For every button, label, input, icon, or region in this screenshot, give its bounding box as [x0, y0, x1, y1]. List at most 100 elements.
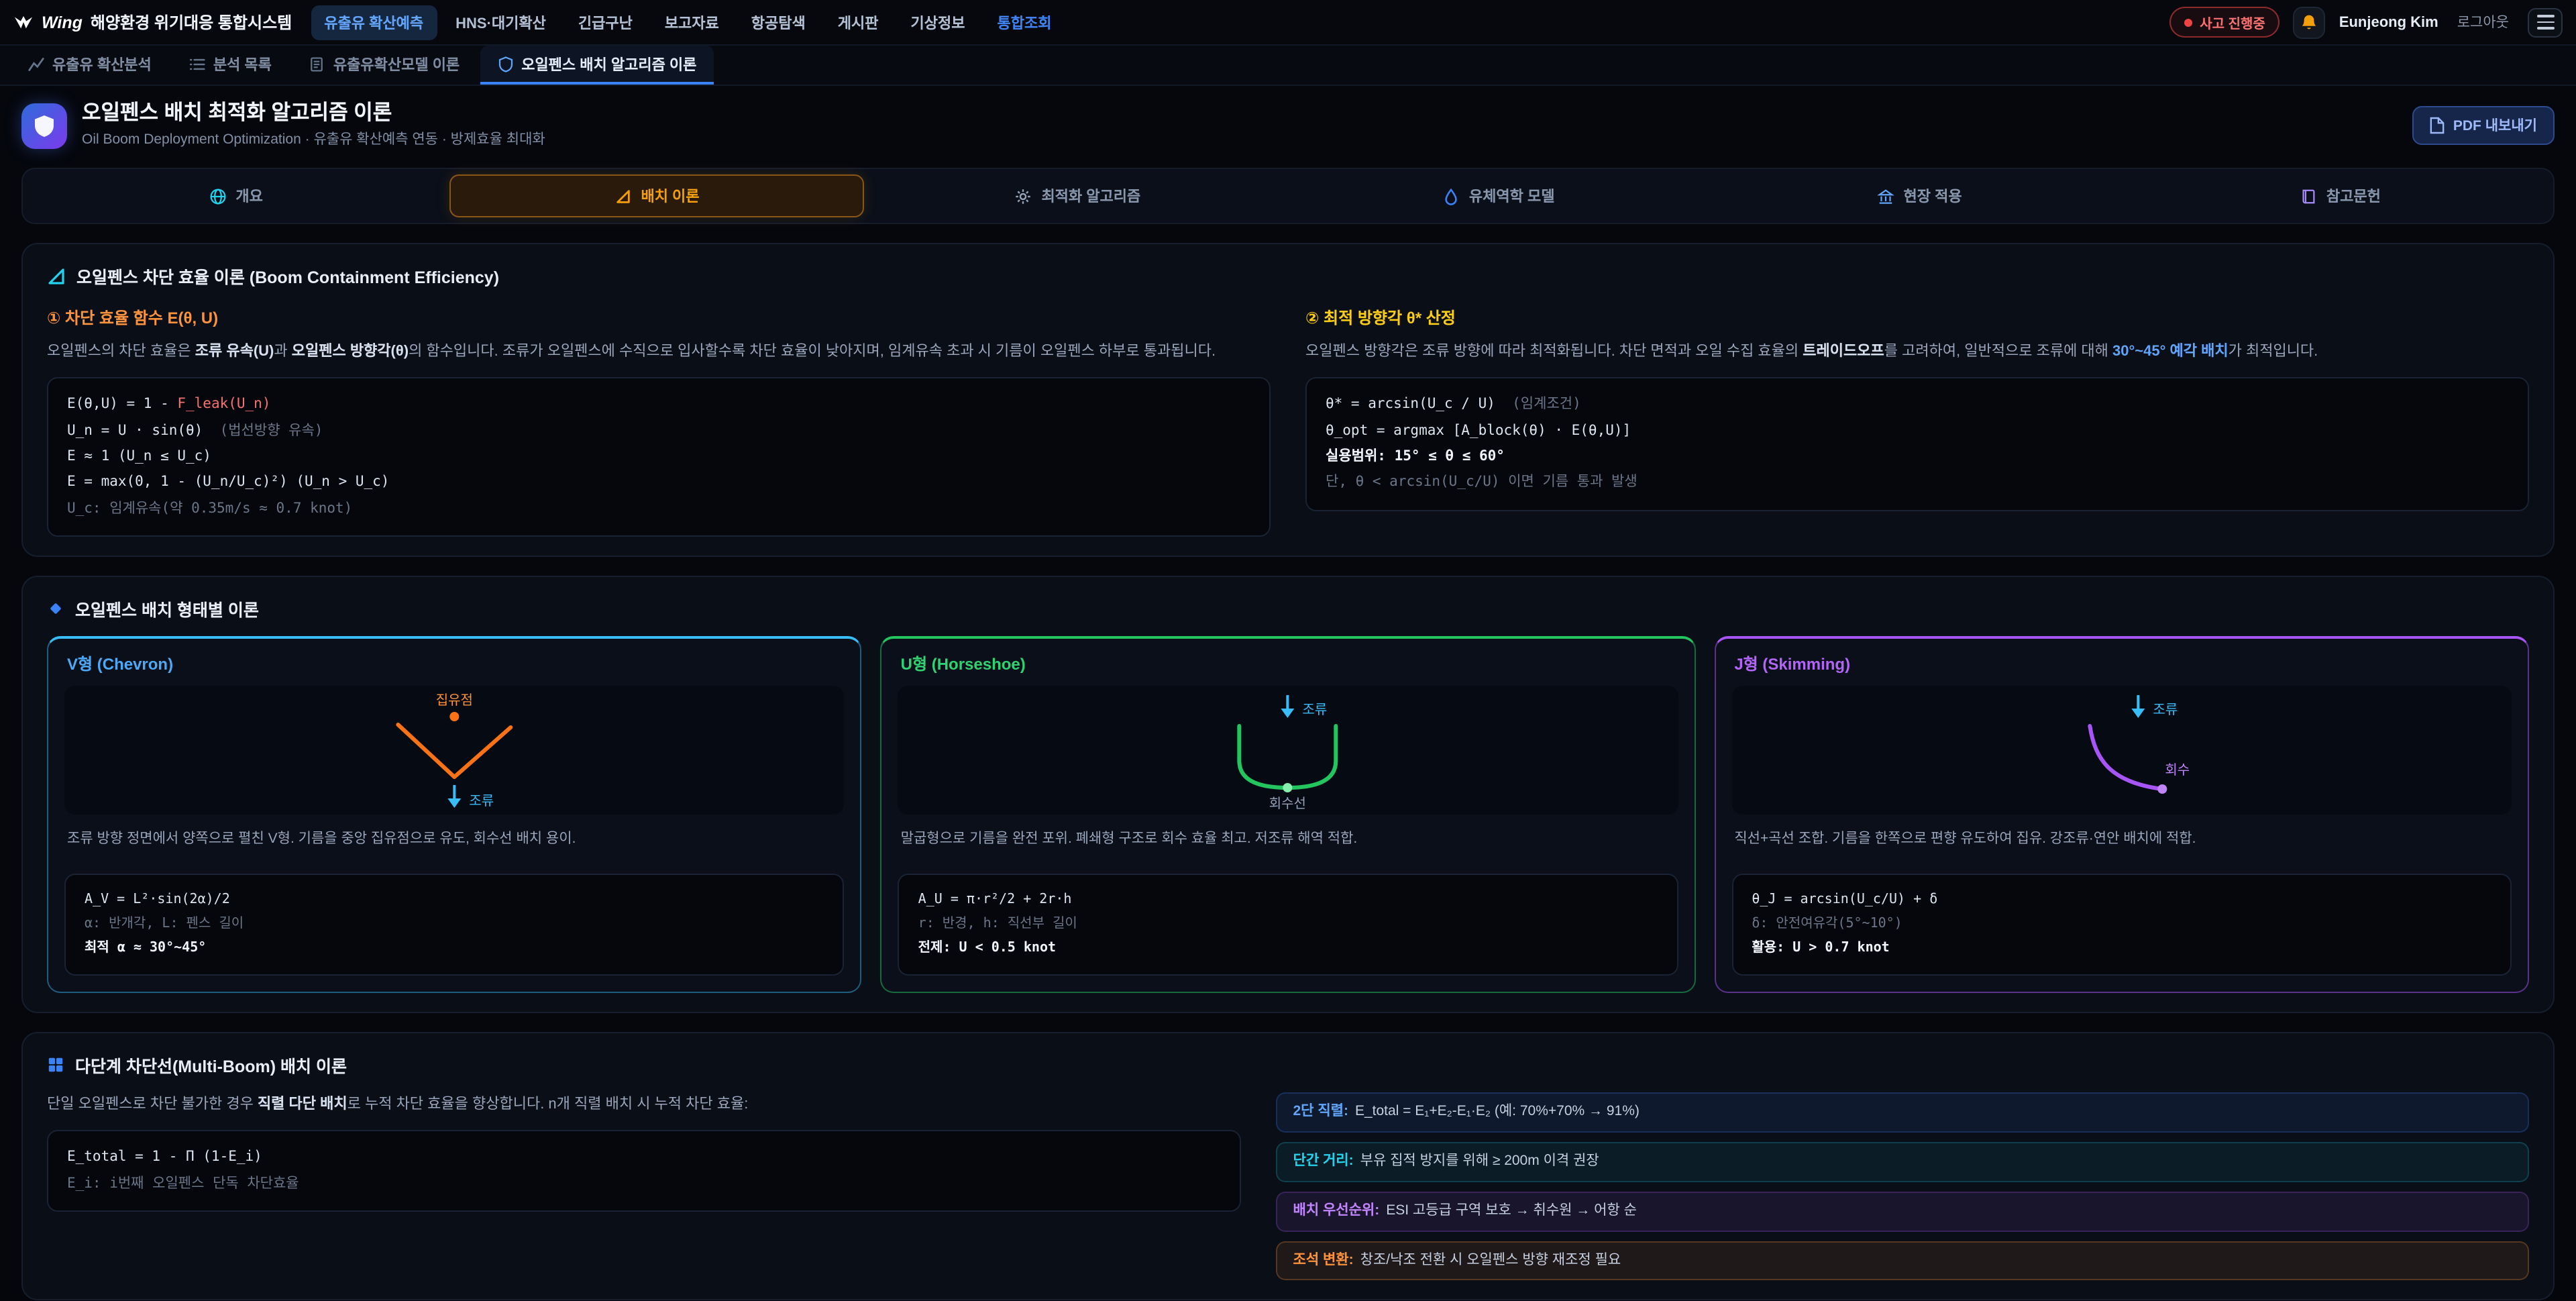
section-nav-optimization-algorithm[interactable]: 최적화 알고리즘 — [870, 174, 1285, 217]
efficiency-formula-block: E(θ,U) = 1 - F_leak(U_n) U_n = U · sin(θ… — [47, 377, 1271, 537]
svg-text:조류: 조류 — [469, 794, 494, 809]
nav-item-aerial-search[interactable]: 항공탐색 — [738, 5, 819, 40]
card-formula-block: θ_J = arcsin(U_c/U) + δ δ: 안전여유각(5°~10°)… — [1731, 874, 2512, 976]
nav-item-reports[interactable]: 보고자료 — [651, 5, 733, 40]
gear-icon — [1014, 187, 1032, 205]
menu-button[interactable] — [2528, 7, 2563, 37]
multiboom-columns: 단일 오일펜스로 차단 불가한 경우 직렬 다단 배치로 누적 차단 효율을 향… — [47, 1093, 2529, 1281]
diamond-icon — [47, 601, 64, 618]
card-formula-block: A_V = L²·sin(2α)/2 α: 반개각, L: 펜스 길이 최적 α… — [64, 874, 845, 976]
page-title: 오일펜스 배치 최적화 알고리즘 이론 — [82, 102, 545, 125]
rule-priority: 배치 우선순위:ESI 고등급 구역 보호 → 취수원 → 어항 순 — [1276, 1192, 2530, 1232]
logo-icon — [13, 12, 34, 32]
section-title-row: 오일펜스 배치 형태별 이론 — [47, 596, 2529, 622]
card-title: V형 (Chevron) — [48, 639, 861, 686]
pdf-export-button[interactable]: PDF 내보내기 — [2413, 106, 2555, 145]
user-name: Eunjeong Kim — [2339, 14, 2438, 30]
nav-item-board[interactable]: 게시판 — [824, 5, 892, 40]
main-nav: 유출유 확산예측 HNS·대기확산 긴급구난 보고자료 항공탐색 게시판 기상정… — [311, 5, 1065, 40]
nav-item-oil-spill-prediction[interactable]: 유출유 확산예측 — [311, 5, 437, 40]
shield-icon — [497, 56, 513, 72]
brand-title: 해양환경 위기대응 통합시스템 — [91, 11, 292, 34]
tab-analysis-list[interactable]: 분석 목록 — [172, 46, 289, 85]
card-description: 말굽형으로 기름을 완전 포위. 폐쇄형 구조로 회수 효율 최고. 저조류 해… — [882, 815, 1695, 874]
multiboom-left: 단일 오일펜스로 차단 불가한 경우 직렬 다단 배치로 누적 차단 효율을 향… — [47, 1093, 1241, 1212]
nav-item-integrated-search[interactable]: 통합조회 — [983, 5, 1065, 40]
incident-dot — [2184, 18, 2192, 26]
trend-line-icon — [28, 56, 44, 72]
rule-series: 2단 직렬:E_total = E₁+E₂-E₁·E₂ (예: 70%+70% … — [1276, 1093, 2530, 1133]
section-containment-efficiency: 오일펜스 차단 효율 이론 (Boom Containment Efficien… — [21, 243, 2555, 558]
efficiency-columns: ① 차단 효율 함수 E(θ, U) 오일펜스의 차단 효율은 조류 유속(U)… — [47, 303, 2529, 537]
page-title-block: 오일펜스 배치 최적화 알고리즘 이론 Oil Boom Deployment … — [82, 102, 545, 149]
section-title-row: 다단계 차단선(Multi-Boom) 배치 이론 — [47, 1053, 2529, 1078]
tab-spill-analysis[interactable]: 유출유 확산분석 — [11, 46, 169, 85]
tab-label: 유출유 확산분석 — [52, 53, 152, 74]
horseshoe-diagram: 조류 회수선 — [898, 686, 1678, 815]
globe-icon — [209, 187, 226, 205]
tab-boom-algorithm-theory[interactable]: 오일펜스 배치 알고리즘 이론 — [480, 46, 714, 85]
document-icon — [309, 56, 325, 72]
card-formula-block: A_U = π·r²/2 + 2r·h r: 반경, h: 직선부 길이 전제:… — [898, 874, 1678, 976]
sub-tabbar: 유출유 확산분석 분석 목록 유출유확산모델 이론 오일펜스 배치 알고리즘 이… — [0, 46, 2576, 86]
pdf-export-label: PDF 내보내기 — [2453, 115, 2537, 136]
section-nav-overview[interactable]: 개요 — [28, 174, 443, 217]
card-chevron: V형 (Chevron) 집유점 조류 조류 방향 정면에서 양쪽으로 펼친 V… — [47, 637, 862, 994]
nav-item-hns-air-diffusion[interactable]: HNS·대기확산 — [442, 5, 559, 40]
pdf-icon — [2430, 117, 2445, 134]
card-title: U형 (Horseshoe) — [882, 639, 1695, 686]
angle-formula-block: θ* = arcsin(U_c / U) (임계조건) θ_opt = argm… — [1305, 377, 2529, 511]
card-description: 조류 방향 정면에서 양쪽으로 펼친 V형. 기름을 중앙 집유점으로 유도, … — [48, 815, 861, 874]
rule-tide: 조석 변환:창조/낙조 전환 시 오일펜스 방향 재조정 필요 — [1276, 1241, 2530, 1281]
section-nav-references[interactable]: 참고문헌 — [2133, 174, 2548, 217]
section-nav-field-application[interactable]: 현장 적용 — [1711, 174, 2127, 217]
building-icon — [1877, 187, 1894, 205]
section-nav-label: 현장 적용 — [1904, 185, 1962, 207]
card-skimming: J형 (Skimming) 조류 회수 직선+곡선 조합. 기름을 한쪽으로 편… — [1714, 637, 2529, 994]
set-square-icon — [47, 266, 66, 285]
section-nav-label: 참고문헌 — [2326, 185, 2381, 207]
incident-badge-label: 사고 진행중 — [2200, 12, 2265, 32]
section-nav-deployment-theory[interactable]: 배치 이론 — [449, 174, 864, 217]
list-icon — [189, 56, 205, 72]
notifications-button[interactable] — [2294, 6, 2326, 38]
skimming-diagram: 조류 회수 — [1731, 686, 2512, 815]
svg-text:회수선: 회수선 — [1269, 796, 1306, 812]
app-root: Wing 해양환경 위기대응 통합시스템 유출유 확산예측 HNS·대기확산 긴… — [0, 0, 2576, 1280]
tab-diffusion-model-theory[interactable]: 유출유확산모델 이론 — [292, 46, 477, 85]
set-square-icon — [614, 187, 631, 205]
svg-text:회수: 회수 — [2165, 763, 2190, 778]
bell-icon — [2300, 13, 2319, 32]
nav-item-weather[interactable]: 기상정보 — [898, 5, 979, 40]
incident-status-badge: 사고 진행중 — [2169, 7, 2280, 38]
chevron-diagram: 집유점 조류 — [64, 686, 845, 815]
page-header: 오일펜스 배치 최적화 알고리즘 이론 Oil Boom Deployment … — [0, 86, 2576, 162]
block-heading: ② 최적 방향각 θ* 산정 — [1305, 306, 2529, 329]
svg-text:조류: 조류 — [2153, 703, 2178, 718]
section-layout-types: 오일펜스 배치 형태별 이론 V형 (Chevron) 집유점 조류 조류 방향… — [21, 576, 2555, 1014]
navbar-right: 사고 진행중 Eunjeong Kim 로그아웃 — [2169, 6, 2563, 38]
section-title: 오일펜스 차단 효율 이론 (Boom Containment Efficien… — [76, 263, 499, 289]
multiboom-formula-block: E_total = 1 - Π (1-E_i) E_i: i번째 오일펜스 단독… — [47, 1131, 1241, 1212]
section-nav-hydrodynamics[interactable]: 유체역학 모델 — [1291, 174, 1706, 217]
brand: Wing 해양환경 위기대응 통합시스템 — [13, 11, 292, 34]
tab-label: 분석 목록 — [213, 53, 272, 74]
section-title-row: 오일펜스 차단 효율 이론 (Boom Containment Efficien… — [47, 263, 2529, 289]
page-shield-icon — [21, 103, 67, 148]
page-header-left: 오일펜스 배치 최적화 알고리즘 이론 Oil Boom Deployment … — [21, 102, 545, 149]
svg-text:조류: 조류 — [1303, 703, 1328, 718]
tab-label: 오일펜스 배치 알고리즘 이론 — [521, 53, 696, 74]
card-title: J형 (Skimming) — [1715, 639, 2528, 686]
section-nav-label: 유체역학 모델 — [1469, 185, 1555, 207]
rule-spacing: 단간 거리:부유 집적 방지를 위해 ≥ 200m 이격 권장 — [1276, 1142, 2530, 1182]
section-nav-label: 최적화 알고리즘 — [1041, 185, 1140, 207]
block-heading: ① 차단 효율 함수 E(θ, U) — [47, 306, 1271, 329]
logout-button[interactable]: 로그아웃 — [2452, 9, 2514, 35]
logo-text: Wing — [42, 13, 83, 32]
card-horseshoe: U형 (Horseshoe) 조류 회수선 말굽형으로 기름을 완전 포위. 폐… — [881, 637, 1696, 994]
section-nav-label: 개요 — [235, 185, 263, 207]
tab-label: 유출유확산모델 이론 — [333, 53, 460, 74]
nav-item-emergency-rescue[interactable]: 긴급구난 — [565, 5, 646, 40]
droplet-icon — [1442, 187, 1460, 205]
section-nav-label: 배치 이론 — [641, 185, 699, 207]
